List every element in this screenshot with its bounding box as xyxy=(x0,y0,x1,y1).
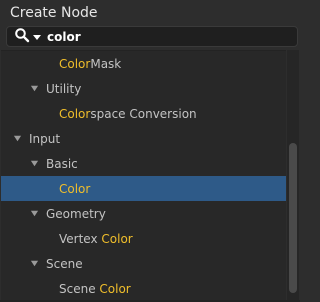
expand-arrow-icon[interactable] xyxy=(13,134,22,143)
tree-item-text: Vertex xyxy=(59,231,102,246)
tree-item-match: Color xyxy=(59,181,91,196)
tree-item-vertex-color[interactable]: Vertex Color xyxy=(1,226,286,251)
tree-item-label: Utility xyxy=(46,81,82,96)
tree-item-scene-color[interactable]: Scene Color xyxy=(1,276,286,301)
tree-item-text: space Conversion xyxy=(90,106,197,121)
scrollbar-thumb[interactable] xyxy=(289,143,297,293)
vertical-scrollbar[interactable] xyxy=(287,50,299,300)
tree-item-color[interactable]: Color xyxy=(1,176,286,201)
search-icon[interactable] xyxy=(7,27,30,47)
expand-arrow-icon[interactable] xyxy=(30,159,39,168)
tree-item-text: Mask xyxy=(90,56,122,71)
tree-item-match: Color xyxy=(59,56,91,71)
tree-item-label: Geometry xyxy=(46,206,106,221)
tree-item-match: Color xyxy=(59,106,91,121)
tree-item-label: Input xyxy=(29,131,61,146)
expand-arrow-icon[interactable] xyxy=(30,259,39,268)
tree-item-utility[interactable]: Utility xyxy=(1,76,286,101)
tree-item-colorspace-conversion[interactable]: Color space Conversion xyxy=(1,101,286,126)
search-field[interactable]: color xyxy=(6,26,298,47)
tree-item-label: Basic xyxy=(46,156,78,171)
dialog-title: Create Node xyxy=(10,5,98,21)
tree-item-match: Color xyxy=(101,231,133,246)
search-input[interactable]: color xyxy=(47,30,81,44)
tree-item-input[interactable]: Input xyxy=(1,126,286,151)
node-tree[interactable]: Color Mask Utility Color space Conversion… xyxy=(1,50,286,301)
expand-arrow-icon[interactable] xyxy=(30,84,39,93)
search-filter-dropdown-icon[interactable] xyxy=(30,27,42,46)
tree-item-scene[interactable]: Scene xyxy=(1,251,286,276)
tree-item-basic[interactable]: Basic xyxy=(1,151,286,176)
tree-item-color-mask[interactable]: Color Mask xyxy=(1,51,286,76)
expand-arrow-icon[interactable] xyxy=(30,209,39,218)
tree-item-geometry[interactable]: Geometry xyxy=(1,201,286,226)
tree-item-text: Scene xyxy=(59,281,100,296)
tree-item-label: Scene xyxy=(46,256,83,271)
tree-item-match: Color xyxy=(99,281,131,296)
title-bar: Create Node xyxy=(0,0,300,26)
